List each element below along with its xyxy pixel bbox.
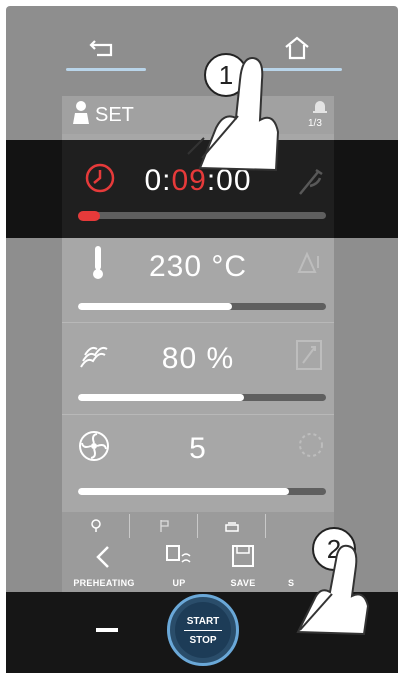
tray-icon [224,522,239,532]
chevron-left-icon [96,546,109,568]
fan-mode-icon[interactable] [296,430,326,464]
flag-icon [159,520,169,532]
mini-tab-probe[interactable] [62,514,130,538]
time-slider[interactable] [78,211,326,221]
row-divider [62,414,334,415]
page-count: 1/3 [308,118,322,129]
humidity-mode-icon[interactable] [294,338,324,372]
fan-slider[interactable] [78,488,326,495]
save-label: SAVE [230,578,256,588]
delta-temp-icon[interactable] [296,248,326,282]
preheating-button[interactable]: PREHEATING [66,538,142,592]
mini-tab-flag[interactable] [130,514,198,538]
fan-slider-fill [78,488,289,495]
start-label: START [186,616,220,627]
mini-tab-tray[interactable] [198,514,266,538]
pointing-hand-icon [296,544,370,636]
back-arrow-icon [89,40,113,57]
probe-pin-icon [90,519,101,532]
humidity-slider-fill [78,394,245,401]
temperature-slider[interactable] [78,303,326,310]
minus-button[interactable] [96,628,118,632]
up-label: UP [172,578,186,588]
fan-value: 5 [189,432,207,465]
humidity-slider[interactable] [78,394,326,401]
chef-icon [70,100,92,131]
start-stop-divider [184,630,222,631]
up-button[interactable]: UP [150,538,208,592]
temperature-slider-fill [78,303,232,310]
save-button[interactable]: SAVE [214,538,272,592]
stop-label: STOP [189,635,217,646]
back-underline [66,68,146,71]
pointing-hand-icon [187,56,280,172]
start-stop-button[interactable]: START STOP [167,594,239,666]
probe-icon[interactable] [296,164,326,198]
row-divider [62,322,334,323]
temperature-value: 230 °C [148,250,248,283]
preheating-label: PREHEATING [73,578,135,588]
cup-steam-icon [166,545,191,563]
back-button[interactable] [68,30,138,66]
floppy-disk-icon [232,545,254,567]
set-label: SET [95,104,134,126]
time-slider-fill [78,211,100,221]
